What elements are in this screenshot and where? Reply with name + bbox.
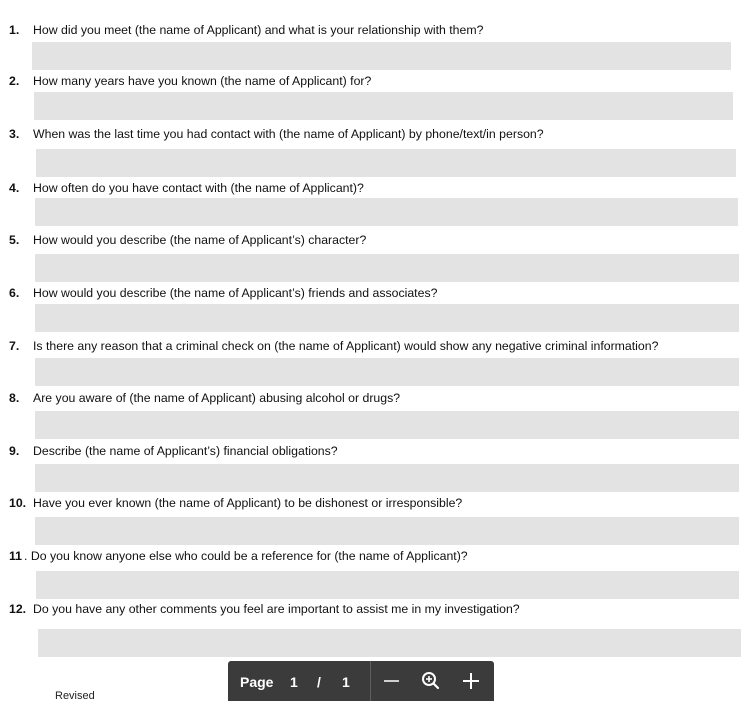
total-pages: 1 — [342, 674, 350, 690]
question-text: Have you ever known (the name of Applica… — [33, 496, 463, 510]
answer-field-8[interactable] — [35, 411, 739, 439]
question-text: Describe (the name of Applicant’s) finan… — [33, 444, 338, 458]
question-text: Do you have any other comments you feel … — [33, 602, 520, 616]
question-number: 11 — [9, 549, 22, 563]
answer-field-11[interactable] — [36, 571, 739, 599]
question-text: How would you describe (the name of Appl… — [33, 286, 438, 300]
question-number: 2. — [9, 74, 20, 88]
question-text: Are you aware of (the name of Applicant)… — [33, 391, 401, 405]
answer-field-5[interactable] — [35, 254, 739, 282]
question-text: How often do you have contact with (the … — [33, 181, 364, 195]
answer-field-10[interactable] — [35, 517, 739, 545]
question-text: How did you meet (the name of Applicant)… — [33, 23, 484, 37]
question-number: 4. — [9, 181, 20, 195]
question-number: 9. — [9, 444, 20, 458]
question-number: 5. — [9, 233, 20, 247]
zoom-in-button[interactable] — [458, 669, 484, 693]
answer-field-6[interactable] — [35, 304, 739, 332]
answer-field-2[interactable] — [34, 92, 733, 120]
toolbar-divider — [370, 661, 371, 701]
answer-field-7[interactable] — [35, 358, 739, 386]
page-label: Page — [240, 674, 274, 690]
question-number: 1. — [9, 23, 20, 37]
revised-note: Revised — [55, 690, 95, 702]
question-number: 8. — [9, 391, 20, 405]
question-number: 7. — [9, 339, 20, 353]
question-text: When was the last time you had contact w… — [33, 127, 544, 141]
question-text: Is there any reason that a criminal chec… — [33, 339, 659, 353]
question-text: How many years have you known (the name … — [33, 74, 372, 88]
answer-field-9[interactable] — [35, 464, 739, 492]
current-page[interactable]: 1 — [290, 674, 298, 690]
page-separator: / — [317, 674, 321, 690]
answer-field-3[interactable] — [36, 149, 736, 177]
pdf-page-toolbar: Page 1 / 1 — [228, 661, 494, 701]
magnifier-plus-icon[interactable] — [418, 669, 444, 693]
zoom-out-button[interactable] — [379, 669, 405, 693]
question-number: 3. — [9, 127, 20, 141]
answer-field-4[interactable] — [35, 198, 738, 226]
question-text: . Do you know anyone else who could be a… — [24, 549, 468, 563]
answer-field-12[interactable] — [38, 629, 741, 657]
question-number: 6. — [9, 286, 20, 300]
question-number: 10. — [9, 496, 27, 510]
answer-field-1[interactable] — [32, 42, 731, 70]
question-text: How would you describe (the name of Appl… — [33, 233, 367, 247]
question-number: 12. — [9, 602, 27, 616]
